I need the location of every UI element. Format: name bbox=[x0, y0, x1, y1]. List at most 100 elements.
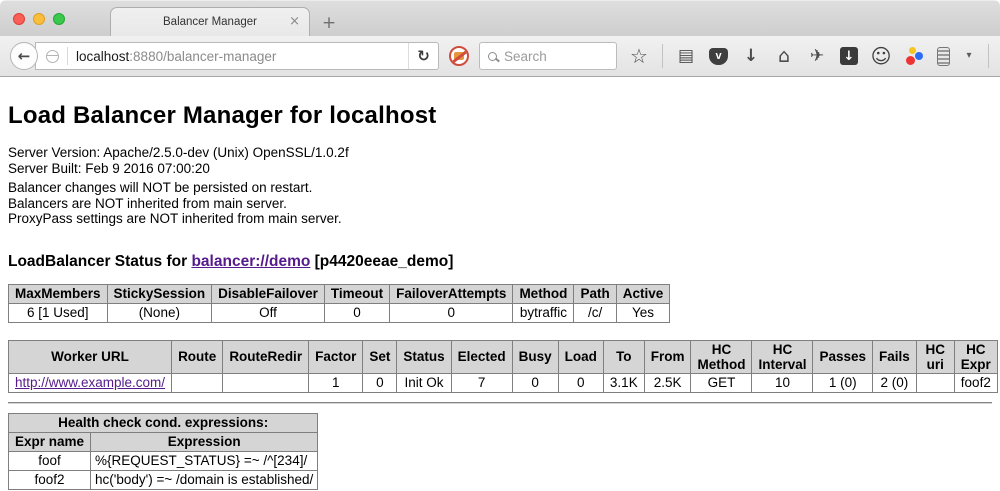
toolbar-separator bbox=[662, 44, 663, 68]
table-header-row: Expr name Expression bbox=[9, 432, 318, 451]
cell-from: 2.5K bbox=[644, 373, 691, 392]
cell-load: 0 bbox=[558, 373, 603, 392]
cell-maxmembers: 6 [1 Used] bbox=[9, 303, 108, 322]
page-content: Load Balancer Manager for localhost Serv… bbox=[0, 77, 1000, 490]
column-header: RouteRedir bbox=[223, 340, 309, 373]
url-host: localhost bbox=[76, 49, 129, 64]
cell-route bbox=[172, 373, 223, 392]
notice-line: ProxyPass settings are NOT inherited fro… bbox=[8, 211, 992, 227]
column-header: Elected bbox=[451, 340, 512, 373]
site-identity-globe-icon[interactable] bbox=[46, 50, 59, 63]
balancer-demo-link[interactable]: balancer://demo bbox=[191, 253, 310, 270]
home-icon[interactable]: ⌂ bbox=[774, 46, 794, 66]
table-row: foof %{REQUEST_STATUS} =~ /^[234]/ bbox=[9, 451, 318, 470]
back-button[interactable]: ← bbox=[10, 42, 38, 70]
new-tab-button[interactable]: + bbox=[314, 10, 344, 36]
cell-factor: 1 bbox=[309, 373, 363, 392]
cell-set: 0 bbox=[363, 373, 397, 392]
browser-window: Balancer Manager × + ← localhost:8880/ba… bbox=[0, 0, 1000, 491]
balancer-summary-table: MaxMembers StickySession DisableFailover… bbox=[8, 284, 670, 323]
search-box[interactable] bbox=[479, 42, 617, 70]
cell-hc-method: GET bbox=[691, 373, 752, 392]
column-header: HC Expr bbox=[954, 340, 997, 373]
column-header: Load bbox=[558, 340, 603, 373]
table-row: 6 [1 Used] (None) Off 0 0 bytraffic /c/ … bbox=[9, 303, 670, 322]
cell-fails: 2 (0) bbox=[873, 373, 917, 392]
column-header: HC Method bbox=[691, 340, 752, 373]
column-header: Route bbox=[172, 340, 223, 373]
cell-to: 3.1K bbox=[603, 373, 644, 392]
column-header: Set bbox=[363, 340, 397, 373]
notice-line: Balancer changes will NOT be persisted o… bbox=[8, 180, 992, 196]
search-input[interactable] bbox=[504, 49, 604, 64]
container-extension-icon[interactable] bbox=[937, 47, 950, 66]
toolbar-separator bbox=[988, 44, 989, 68]
cell-passes: 1 (0) bbox=[813, 373, 873, 392]
health-table-title: Health check cond. expressions: bbox=[9, 413, 318, 432]
notice-line: Balancers are NOT inherited from main se… bbox=[8, 196, 992, 212]
column-header: From bbox=[644, 340, 691, 373]
cell-timeout: 0 bbox=[324, 303, 389, 322]
tab-title: Balancer Manager bbox=[163, 16, 257, 28]
urlbar-divider bbox=[67, 47, 68, 65]
column-header: Active bbox=[616, 284, 670, 303]
cell-worker-url: http://www.example.com/ bbox=[9, 373, 172, 392]
tab-balancer-manager[interactable]: Balancer Manager × bbox=[110, 7, 310, 36]
health-check-table: Health check cond. expressions: Expr nam… bbox=[8, 413, 318, 490]
close-window-button[interactable] bbox=[13, 13, 25, 25]
emoji-extension-icon[interactable]: ☺ bbox=[871, 46, 891, 66]
chevron-down-icon[interactable]: ▾ bbox=[963, 46, 975, 66]
url-path: :8880/balancer-manager bbox=[129, 49, 276, 64]
divider bbox=[8, 402, 992, 404]
colored-dots-extension-icon[interactable] bbox=[904, 46, 924, 66]
window-controls bbox=[13, 13, 65, 25]
tab-close-icon[interactable]: × bbox=[289, 15, 300, 28]
table-header-row: Worker URL Route RouteRedir Factor Set S… bbox=[9, 340, 998, 373]
cell-expr-name: foof bbox=[9, 451, 91, 470]
status-heading-prefix: LoadBalancer Status for bbox=[8, 253, 191, 270]
reading-list-icon[interactable]: ▤ bbox=[676, 46, 696, 66]
toolbar-icons: ☆ ▤ v ↓ ⌂ ✈ ↓ ☺ ▾ ▦ bbox=[629, 44, 1000, 68]
pocket-icon[interactable]: v bbox=[709, 48, 728, 65]
column-header: DisableFailover bbox=[212, 284, 325, 303]
cell-hc-expr: foof2 bbox=[954, 373, 997, 392]
column-header: Timeout bbox=[324, 284, 389, 303]
cell-active: Yes bbox=[616, 303, 670, 322]
cell-stickysession: (None) bbox=[107, 303, 212, 322]
downloads-icon[interactable]: ↓ bbox=[741, 46, 761, 66]
url-text[interactable]: localhost:8880/balancer-manager bbox=[76, 49, 408, 64]
url-bar[interactable]: localhost:8880/balancer-manager ↻ bbox=[35, 42, 439, 70]
table-row: http://www.example.com/ 1 0 Init Ok 7 0 … bbox=[9, 373, 998, 392]
column-header: Method bbox=[513, 284, 574, 303]
send-icon[interactable]: ✈ bbox=[807, 46, 827, 66]
cell-expression: hc('body') =~ /domain is established/ bbox=[91, 470, 318, 489]
worker-url-link[interactable]: http://www.example.com/ bbox=[15, 375, 165, 390]
status-heading-suffix: [p4420eeae_demo] bbox=[310, 253, 453, 270]
cell-hc-interval: 10 bbox=[752, 373, 813, 392]
bookmark-star-icon[interactable]: ☆ bbox=[629, 46, 649, 66]
cell-expression: %{REQUEST_STATUS} =~ /^[234]/ bbox=[91, 451, 318, 470]
column-header: Path bbox=[574, 284, 616, 303]
minimize-window-button[interactable] bbox=[33, 13, 45, 25]
column-header: StickySession bbox=[107, 284, 212, 303]
column-header: MaxMembers bbox=[9, 284, 108, 303]
column-header: To bbox=[603, 340, 644, 373]
column-header: Fails bbox=[873, 340, 917, 373]
tab-bar: Balancer Manager × + bbox=[0, 0, 1000, 36]
cell-status: Init Ok bbox=[397, 373, 451, 392]
reload-button[interactable]: ↻ bbox=[408, 43, 438, 69]
cell-disablefailover: Off bbox=[212, 303, 325, 322]
zoom-window-button[interactable] bbox=[53, 13, 65, 25]
cell-method: bytraffic bbox=[513, 303, 574, 322]
cell-failoverattempts: 0 bbox=[390, 303, 513, 322]
cell-routeredir bbox=[223, 373, 309, 392]
column-header: Expr name bbox=[9, 432, 91, 451]
table-header-row: MaxMembers StickySession DisableFailover… bbox=[9, 284, 670, 303]
cell-expr-name: foof2 bbox=[9, 470, 91, 489]
plugin-blocked-icon[interactable] bbox=[449, 46, 469, 66]
video-download-extension-icon[interactable]: ↓ bbox=[840, 47, 858, 65]
search-icon bbox=[488, 52, 497, 61]
loadbalancer-status-heading: LoadBalancer Status for balancer://demo … bbox=[8, 253, 992, 271]
column-header: FailoverAttempts bbox=[390, 284, 513, 303]
page-title: Load Balancer Manager for localhost bbox=[8, 102, 992, 130]
